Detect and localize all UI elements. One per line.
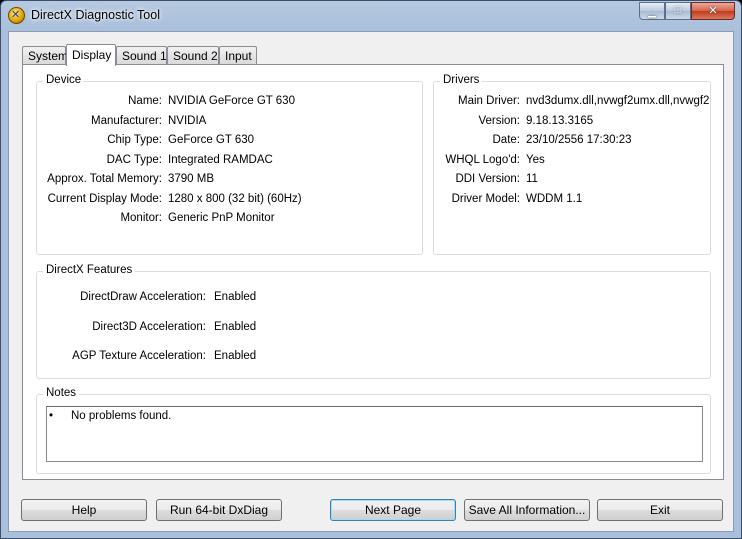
drivers-value-main-driver: nvd3dumx.dll,nvwgf2umx.dll,nvwgf2 <box>526 95 710 107</box>
client-area: System Display Sound 1 Sound 2 Input Dev… <box>8 31 734 532</box>
drivers-value-whql: Yes <box>526 154 545 166</box>
device-row-memory: Approx. Total Memory: 3790 MB <box>37 171 424 187</box>
title-bar[interactable]: DirectX Diagnostic Tool ▁ □ ✕ <box>1 1 741 31</box>
minimize-button[interactable]: ▁ <box>639 2 665 20</box>
device-row-manufacturer: Manufacturer: NVIDIA <box>37 113 424 129</box>
caption-buttons: ▁ □ ✕ <box>639 2 735 21</box>
device-label-manufacturer: Manufacturer: <box>91 115 162 127</box>
drivers-label-ddi-version: DDI Version: <box>455 173 520 185</box>
tab-input[interactable]: Input <box>219 46 257 65</box>
drivers-label-date: Date: <box>492 134 521 146</box>
notes-textbox[interactable]: • No problems found. <box>46 406 703 462</box>
drivers-group: Drivers Main Driver: nvd3dumx.dll,nvwgf2… <box>433 74 712 255</box>
maximize-icon: □ <box>674 4 682 16</box>
device-value-manufacturer: NVIDIA <box>168 115 207 127</box>
drivers-value-date: 23/10/2556 17:30:23 <box>526 134 632 146</box>
exit-button[interactable]: Exit <box>597 499 723 521</box>
drivers-label-version: Version: <box>478 115 520 127</box>
device-label-chip-type: Chip Type: <box>107 134 162 146</box>
bullet-icon: • <box>49 410 54 422</box>
drivers-label-whql: WHQL Logo'd: <box>445 154 520 166</box>
device-label-display-mode: Current Display Mode: <box>47 193 162 205</box>
device-value-dac-type: Integrated RAMDAC <box>168 154 273 166</box>
feature-label-agp-texture: AGP Texture Acceleration: <box>72 350 206 362</box>
drivers-row-version: Version: 9.18.13.3165 <box>434 113 712 129</box>
tab-display[interactable]: Display <box>66 44 116 66</box>
drivers-heading: Drivers <box>440 74 483 86</box>
device-row-monitor: Monitor: Generic PnP Monitor <box>37 210 424 226</box>
directx-features-group: DirectX Features DirectDraw Acceleration… <box>36 264 712 379</box>
feature-value-directdraw: Enabled <box>214 291 257 303</box>
notes-item-text: No problems found. <box>71 410 172 422</box>
notes-heading: Notes <box>43 387 80 399</box>
maximize-button[interactable]: □ <box>665 2 691 20</box>
device-group: Device Name: NVIDIA GeForce GT 630 Manuf… <box>36 74 424 255</box>
feature-value-agp-texture: Enabled <box>214 350 257 362</box>
drivers-label-main-driver: Main Driver: <box>458 95 520 107</box>
directx-features-heading: DirectX Features <box>43 264 136 276</box>
device-value-memory: 3790 MB <box>168 173 215 185</box>
directx-app-icon[interactable] <box>8 7 25 24</box>
device-heading: Device <box>43 74 85 86</box>
tab-sound-2[interactable]: Sound 2 <box>167 46 219 65</box>
device-row-name: Name: NVIDIA GeForce GT 630 <box>37 93 424 109</box>
device-label-memory: Approx. Total Memory: <box>47 173 162 185</box>
device-value-monitor: Generic PnP Monitor <box>168 212 275 224</box>
drivers-row-main-driver: Main Driver: nvd3dumx.dll,nvwgf2umx.dll,… <box>434 93 712 109</box>
device-row-display-mode: Current Display Mode: 1280 x 800 (32 bit… <box>37 191 424 207</box>
device-label-monitor: Monitor: <box>120 212 162 224</box>
drivers-value-ddi-version: 11 <box>526 173 538 185</box>
device-value-display-mode: 1280 x 800 (32 bit) (60Hz) <box>168 193 302 205</box>
device-value-name: NVIDIA GeForce GT 630 <box>168 95 295 107</box>
display-tab-panel: Device Name: NVIDIA GeForce GT 630 Manuf… <box>22 64 724 480</box>
feature-row-agp-texture: AGP Texture Acceleration: Enabled <box>37 348 712 364</box>
drivers-value-driver-model: WDDM 1.1 <box>526 193 583 205</box>
feature-label-direct3d: Direct3D Acceleration: <box>92 321 206 333</box>
feature-value-direct3d: Enabled <box>214 321 257 333</box>
device-row-chip-type: Chip Type: GeForce GT 630 <box>37 132 424 148</box>
feature-label-directdraw: DirectDraw Acceleration: <box>80 291 206 303</box>
next-page-button[interactable]: Next Page <box>330 499 456 521</box>
feature-row-directdraw: DirectDraw Acceleration: Enabled <box>37 289 712 305</box>
device-row-dac-type: DAC Type: Integrated RAMDAC <box>37 152 424 168</box>
drivers-value-version: 9.18.13.3165 <box>526 115 594 127</box>
tab-sound-1[interactable]: Sound 1 <box>116 46 167 65</box>
tab-system[interactable]: System <box>22 46 68 65</box>
close-icon: ✕ <box>708 5 718 17</box>
close-button[interactable]: ✕ <box>691 2 735 20</box>
help-button[interactable]: Help <box>21 499 147 521</box>
device-label-dac-type: DAC Type: <box>106 154 162 166</box>
drivers-row-date: Date: 23/10/2556 17:30:23 <box>434 132 712 148</box>
drivers-row-driver-model: Driver Model: WDDM 1.1 <box>434 191 712 207</box>
run-64bit-dxdiag-button[interactable]: Run 64-bit DxDiag <box>156 499 282 521</box>
dxdiag-window: DirectX Diagnostic Tool ▁ □ ✕ System Dis… <box>0 0 742 539</box>
drivers-row-whql: WHQL Logo'd: Yes <box>434 152 712 168</box>
feature-row-direct3d: Direct3D Acceleration: Enabled <box>37 319 712 335</box>
drivers-row-ddi-version: DDI Version: 11 <box>434 171 712 187</box>
device-value-chip-type: GeForce GT 630 <box>168 134 255 146</box>
minimize-icon: ▁ <box>648 7 656 18</box>
save-all-information-button[interactable]: Save All Information... <box>464 499 590 521</box>
device-label-name: Name: <box>128 95 162 107</box>
notes-group: Notes • No problems found. <box>36 387 711 474</box>
window-title: DirectX Diagnostic Tool <box>31 8 160 22</box>
drivers-label-driver-model: Driver Model: <box>451 193 520 205</box>
